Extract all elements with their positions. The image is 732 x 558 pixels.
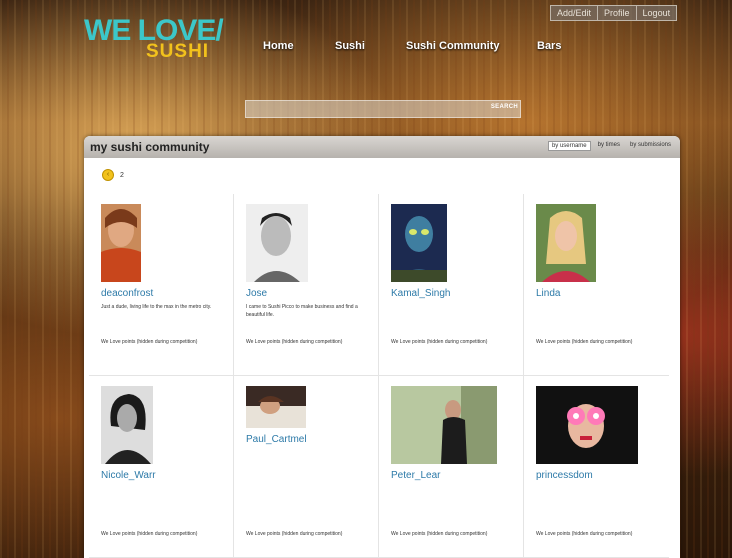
tab-by-times[interactable]: by times (595, 141, 623, 151)
panel-title: my sushi community (90, 140, 210, 154)
site-logo[interactable]: WE LOVE/ SUSHI (84, 16, 224, 62)
member-points: We Love points (hidden during competitio… (101, 531, 198, 537)
tab-by-submissions[interactable]: by submissions (627, 141, 674, 151)
member-name[interactable]: princessdom (536, 470, 669, 481)
member-card: Peter_Lear We Love points (hidden during… (379, 376, 524, 558)
user-link-add-edit[interactable]: Add/Edit (551, 6, 599, 20)
user-link-logout[interactable]: Logout (637, 6, 677, 20)
member-points: We Love points (hidden during competitio… (536, 531, 633, 537)
tab-by-username[interactable]: by username (547, 141, 591, 151)
avatar[interactable] (391, 204, 447, 282)
member-grid: deaconfrost Just a dude, living life to … (89, 194, 669, 558)
nav-sushi-community[interactable]: Sushi Community (406, 40, 500, 52)
member-name[interactable]: Nicole_Warr (101, 470, 233, 481)
nav-bars[interactable]: Bars (537, 40, 561, 52)
avatar[interactable] (246, 386, 306, 428)
member-bio: I came to Sushi Picco to make business a… (246, 304, 358, 318)
member-points: We Love points (hidden during competitio… (536, 339, 633, 345)
member-name[interactable]: Paul_Cartmel (246, 434, 378, 445)
member-card: Linda We Love points (hidden during comp… (524, 194, 669, 376)
member-points: We Love points (hidden during competitio… (246, 339, 343, 345)
avatar[interactable] (246, 204, 308, 282)
prev-page-icon[interactable]: ‹ (102, 169, 114, 181)
user-link-profile[interactable]: Profile (598, 6, 637, 20)
sort-tabs: by username by times by submissions (547, 141, 674, 151)
member-card: Kamal_Singh We Love points (hidden durin… (379, 194, 524, 376)
member-name[interactable]: Linda (536, 288, 669, 299)
member-points: We Love points (hidden during competitio… (246, 531, 343, 537)
pager: ‹ 2 (102, 169, 124, 181)
member-bio: Just a dude, living life to the max in t… (101, 304, 212, 310)
member-name[interactable]: Peter_Lear (391, 470, 523, 481)
page-number[interactable]: 2 (120, 172, 124, 179)
member-card: Paul_Cartmel We Love points (hidden duri… (234, 376, 379, 558)
member-points: We Love points (hidden during competitio… (101, 339, 198, 345)
avatar[interactable] (101, 386, 153, 464)
user-links: Add/Edit Profile Logout (550, 5, 678, 21)
avatar[interactable] (536, 204, 596, 282)
nav-home[interactable]: Home (263, 40, 294, 52)
member-card: Nicole_Warr We Love points (hidden durin… (89, 376, 234, 558)
community-panel: my sushi community by username by times … (84, 136, 680, 558)
avatar[interactable] (536, 386, 638, 464)
member-points: We Love points (hidden during competitio… (391, 531, 488, 537)
avatar[interactable] (391, 386, 497, 464)
member-points: We Love points (hidden during competitio… (391, 339, 488, 345)
member-card: deaconfrost Just a dude, living life to … (89, 194, 234, 376)
member-card: Jose I came to Sushi Picco to make busin… (234, 194, 379, 376)
member-name[interactable]: Kamal_Singh (391, 288, 523, 299)
search-input[interactable] (246, 101, 490, 117)
member-name[interactable]: Jose (246, 288, 378, 299)
search-bar: SEARCH (245, 100, 521, 118)
search-button[interactable]: SEARCH (491, 104, 518, 110)
member-name[interactable]: deaconfrost (101, 288, 233, 299)
avatar[interactable] (101, 204, 141, 282)
nav-sushi[interactable]: Sushi (335, 40, 365, 52)
member-card: princessdom We Love points (hidden durin… (524, 376, 669, 558)
panel-header: my sushi community by username by times … (84, 136, 680, 158)
